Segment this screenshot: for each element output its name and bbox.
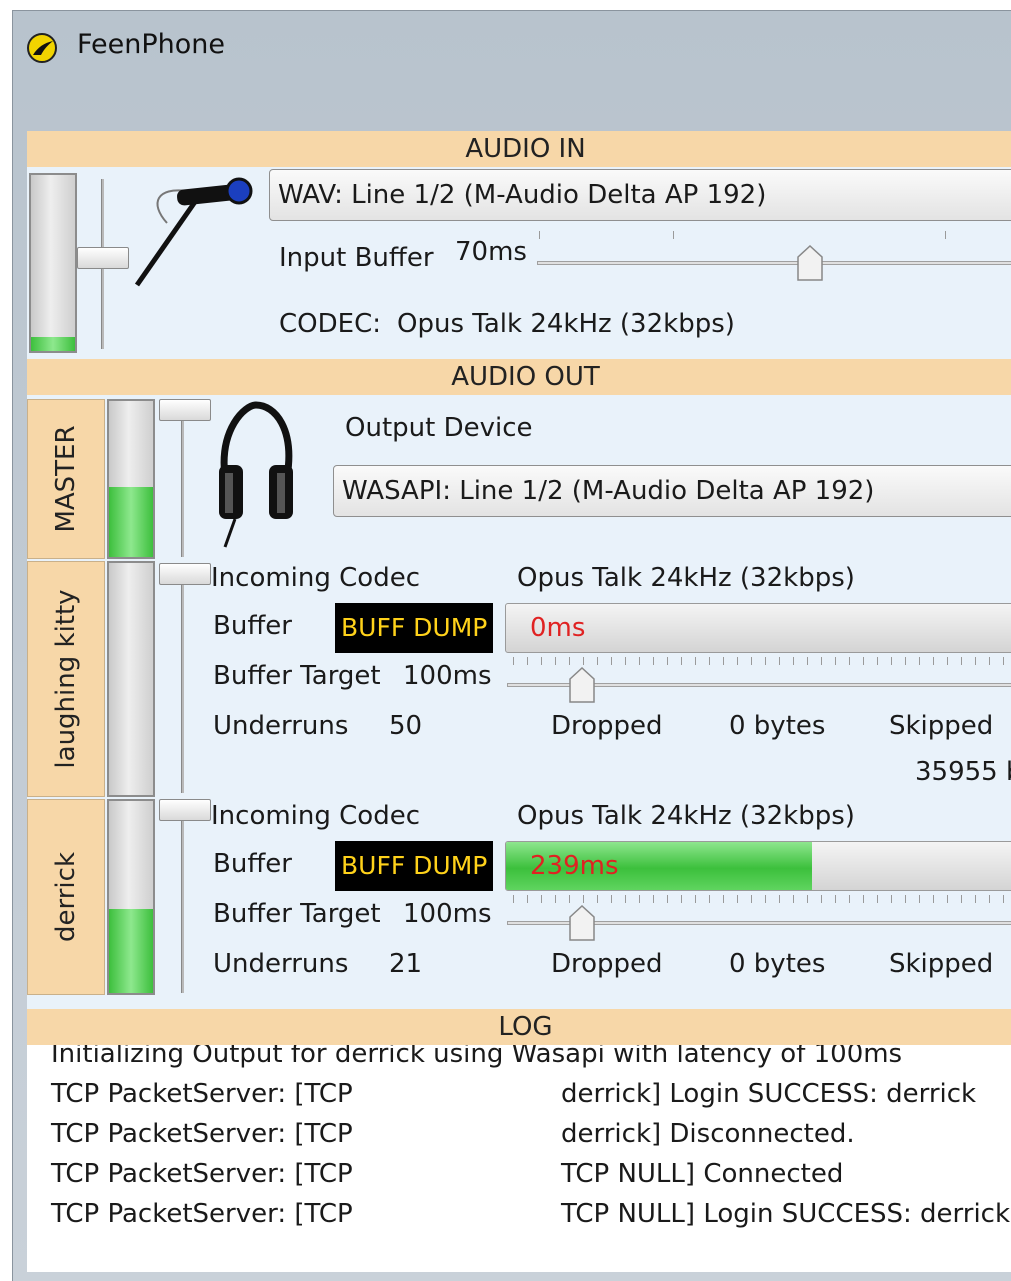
audio-in-panel: WAV: Line 1/2 (M-Audio Delta AP 192) Inp… [27,167,1011,359]
master-volume-track [181,411,184,557]
user-volume-track [181,573,184,793]
output-device-dropdown[interactable]: WASAPI: Line 1/2 (M-Audio Delta AP 192) [333,465,1011,517]
underruns-value: 50 [389,711,423,741]
user-level-meter [107,561,155,797]
audio-out-header: AUDIO OUT [27,359,1011,395]
incoming-codec-label: Incoming Codec [211,801,421,831]
user-volume-slider[interactable] [159,799,211,821]
audio-in-header: AUDIO IN [27,131,1011,167]
user-level-fill [109,908,153,993]
dropped-value: 0 bytes [729,711,826,741]
dropped-label: Dropped [551,711,663,741]
log-line: TCP PacketServer: [TCP [51,1119,353,1149]
headphones-icon [215,399,297,553]
user-volume-track [181,809,184,993]
tab-user-laughing-kitty[interactable]: laughing kitty [27,561,105,797]
master-level-fill [109,486,153,557]
buffer-target-value: 100ms [403,661,492,691]
input-level-meter [29,173,77,353]
audio-out-panel: MASTER Output Device WASAPI: Line 1/2 (M… [27,395,1011,1009]
user-level-meter [107,799,155,995]
incoming-codec-value: Opus Talk 24kHz (32kbps) [517,801,855,831]
buffer-label: Buffer [213,849,292,879]
skipped-label: Skipped [889,949,994,979]
input-buffer-label: Input Buffer [279,243,434,273]
log-line-detail: derrick] Disconnected. [561,1119,855,1149]
log-line-detail: TCP NULL] Login SUCCESS: derrick [561,1199,1011,1229]
buffer-target-label: Buffer Target [213,899,381,929]
input-volume-slider[interactable] [77,247,129,269]
output-device-label: Output Device [345,413,533,443]
input-buffer-value: 70ms [455,237,527,267]
tab-master-label: MASTER [51,425,81,533]
underruns-label: Underruns [213,949,349,979]
incoming-codec-value: Opus Talk 24kHz (32kbps) [517,563,855,593]
codec-value: Opus Talk 24kHz (32kbps) [397,309,735,339]
buffer-level-text: 0ms [530,613,586,643]
tab-user-laughing-kitty-label: laughing kitty [51,589,81,769]
buffer-target-slider[interactable] [569,904,595,941]
title-bar[interactable]: FeenPhone [13,11,1011,131]
master-volume-slider[interactable] [159,399,211,421]
skipped-value: 35955 b [915,757,1011,787]
app-window: FeenPhone AUDIO IN WAV: Line 1/2 (M-Audi… [12,10,1011,1281]
log-line-detail: TCP NULL] Connected [561,1159,844,1189]
tab-user-derrick[interactable]: derrick [27,799,105,995]
buff-dump-button[interactable]: BUFF DUMP [335,603,494,653]
log-line-detail: derrick] Login SUCCESS: derrick [561,1079,977,1109]
skipped-label: Skipped [889,711,994,741]
codec-label: CODEC: [279,309,381,339]
tab-user-derrick-label: derrick [51,852,81,942]
input-device-dropdown[interactable]: WAV: Line 1/2 (M-Audio Delta AP 192) [269,169,1011,221]
log-line: TCP PacketServer: [TCP [51,1159,353,1189]
log-line: Initializing Output for derrick using Wa… [51,1045,903,1069]
master-level-meter [107,399,155,559]
underruns-label: Underruns [213,711,349,741]
tab-master[interactable]: MASTER [27,399,105,559]
client-area: AUDIO IN WAV: Line 1/2 (M-Audio Delta AP… [27,131,1011,1272]
buffer-target-value: 100ms [403,899,492,929]
log-line: TCP PacketServer: [TCP [51,1199,353,1229]
dropped-value: 0 bytes [729,949,826,979]
buffer-level-text: 239ms [530,851,619,881]
buffer-label: Buffer [213,611,292,641]
input-level-fill [31,336,75,351]
app-logo-icon [27,33,57,63]
dropped-label: Dropped [551,949,663,979]
input-buffer-slider[interactable] [797,244,823,281]
input-buffer-track [537,261,1011,265]
microphone-icon [127,173,257,297]
underruns-value: 21 [389,949,423,979]
buff-dump-button[interactable]: BUFF DUMP [335,841,494,891]
buffer-level-bar: 0ms [505,603,1011,653]
incoming-codec-label: Incoming Codec [211,563,421,593]
buffer-target-ticks [513,657,1011,665]
user-volume-slider[interactable] [159,563,211,585]
buffer-target-slider[interactable] [569,666,595,703]
log-header: LOG [27,1009,1011,1045]
window-title: FeenPhone [77,29,226,60]
buffer-level-bar: 239ms [505,841,1011,891]
buffer-target-label: Buffer Target [213,661,381,691]
buffer-target-ticks [513,895,1011,903]
log-panel[interactable]: Initializing Output for derrick using Wa… [27,1045,1011,1272]
log-line: TCP PacketServer: [TCP [51,1079,353,1109]
